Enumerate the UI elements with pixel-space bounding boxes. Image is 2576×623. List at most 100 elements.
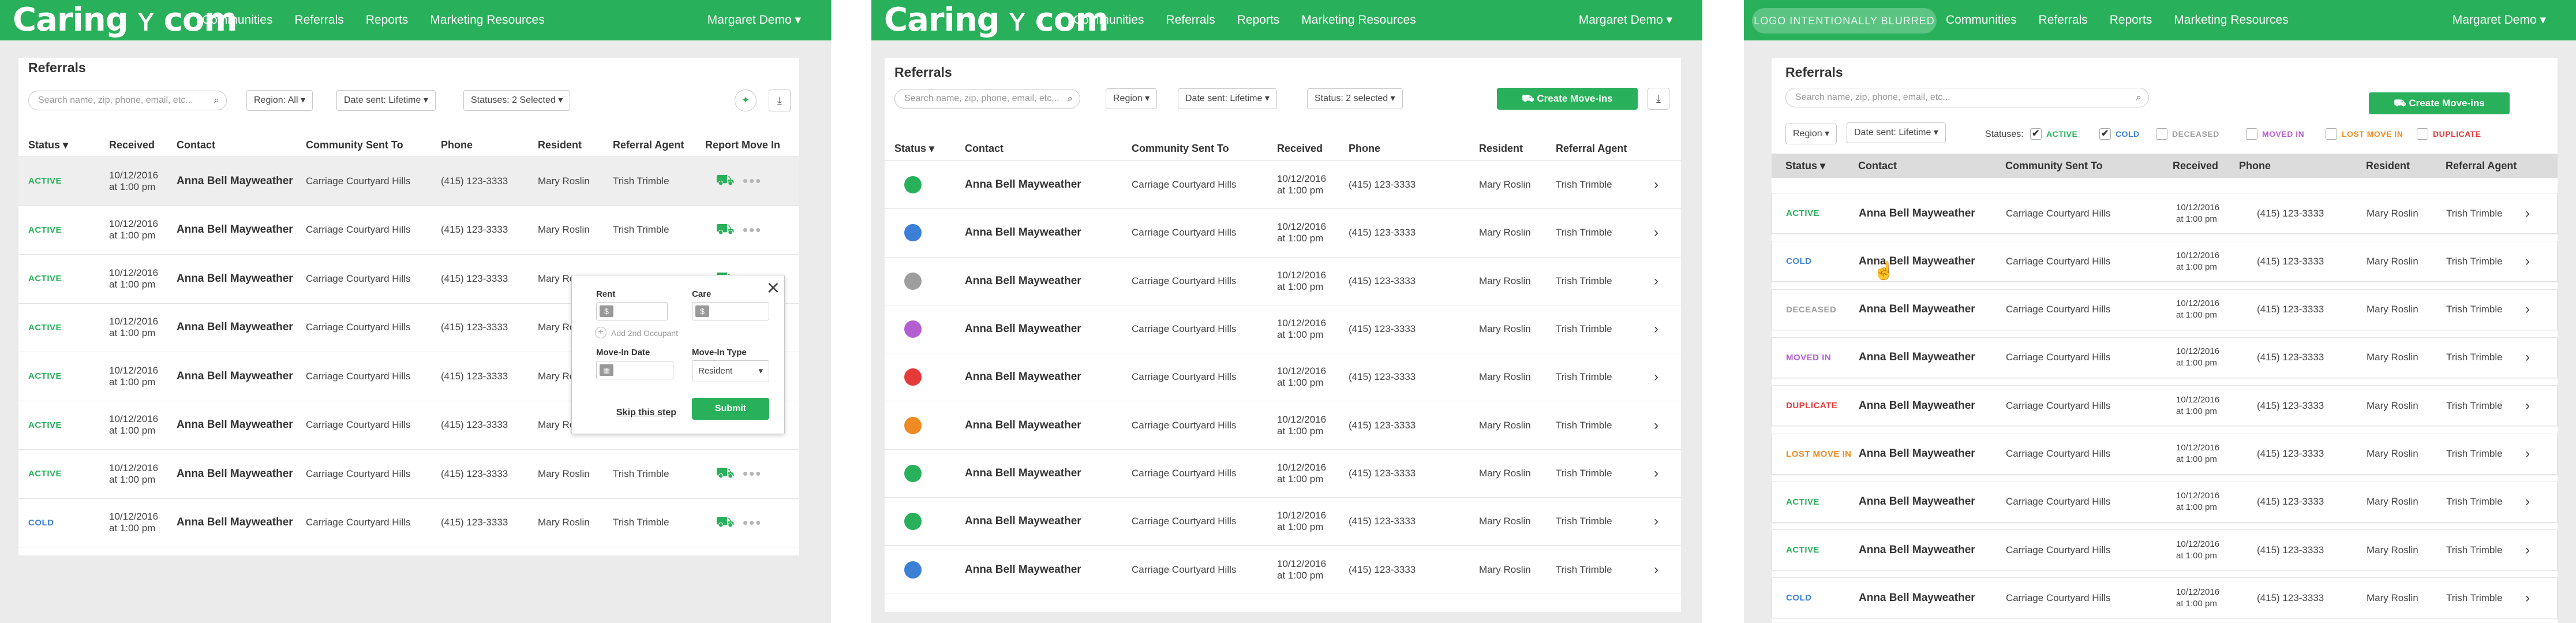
- col-community[interactable]: Community Sent To: [306, 133, 403, 157]
- chevron-right-icon[interactable]: ›: [1654, 209, 1658, 256]
- status-filter-cold[interactable]: ✔ COLD: [2099, 128, 2140, 140]
- date-sent-dropdown[interactable]: Date sent: Lifetime ▾: [1178, 88, 1277, 109]
- chevron-right-icon[interactable]: ›: [2525, 338, 2530, 378]
- nav-marketing-resources[interactable]: Marketing Resources: [430, 13, 544, 27]
- table-row[interactable]: DUPLICATE Anna Bell Mayweather Carriage Co…: [1772, 385, 2558, 427]
- col-received[interactable]: Received: [1277, 136, 1323, 161]
- contact-name[interactable]: Anna Bell Mayweather: [965, 258, 1081, 305]
- contact-name[interactable]: Anna Bell Mayweather: [965, 305, 1081, 353]
- contact-name[interactable]: Anna Bell Mayweather: [965, 161, 1081, 208]
- truck-icon[interactable]: ⛟: [716, 206, 735, 255]
- chevron-right-icon[interactable]: ›: [2525, 290, 2530, 330]
- chevron-right-icon[interactable]: ›: [1654, 258, 1658, 305]
- table-row[interactable]: DECEASED Anna Bell Mayweather Carriage Cou…: [1772, 289, 2558, 330]
- rent-input[interactable]: $: [596, 302, 668, 320]
- region-dropdown[interactable]: Region ▾: [1106, 88, 1158, 109]
- status-filter-active[interactable]: ✔ ACTIVE: [2030, 128, 2077, 140]
- more-options-icon[interactable]: •••: [743, 157, 762, 206]
- user-menu[interactable]: Margaret Demo ▾: [2453, 0, 2546, 40]
- chevron-right-icon[interactable]: ›: [2525, 530, 2530, 570]
- col-community[interactable]: Community Sent To: [2005, 154, 2103, 178]
- statuses-dropdown[interactable]: Statuses: 2 Selected ▾: [463, 90, 571, 111]
- chevron-right-icon[interactable]: ›: [1654, 450, 1658, 497]
- region-dropdown[interactable]: Region: All ▾: [246, 90, 313, 111]
- table-row[interactable]: MOVED IN Anna Bell Mayweather Carriage Cou…: [1772, 337, 2558, 378]
- user-menu[interactable]: Margaret Demo ▾: [707, 0, 801, 40]
- col-status[interactable]: Status ▾: [1785, 154, 1825, 178]
- contact-name[interactable]: Anna Bell Mayweather: [177, 255, 293, 303]
- chevron-right-icon[interactable]: ›: [1654, 498, 1658, 545]
- truck-icon[interactable]: ⛟: [716, 157, 735, 206]
- more-options-icon[interactable]: •••: [743, 499, 762, 547]
- col-referral-agent[interactable]: Referral Agent: [2446, 154, 2517, 178]
- region-dropdown[interactable]: Region ▾: [1785, 124, 1837, 144]
- download-icon[interactable]: ⤓: [1648, 88, 1669, 110]
- more-options-icon[interactable]: •••: [743, 450, 762, 498]
- checkbox-checked-icon[interactable]: ✔: [2030, 128, 2042, 140]
- table-row[interactable]: Anna Bell Mayweather Carriage Courtyard H…: [885, 401, 1681, 450]
- table-row[interactable]: Anna Bell Mayweather Carriage Courtyard H…: [885, 257, 1681, 305]
- contact-name[interactable]: Anna Bell Mayweather: [1859, 193, 1975, 233]
- submit-button[interactable]: Submit: [692, 398, 769, 420]
- contact-name[interactable]: Anna Bell Mayweather: [965, 402, 1081, 449]
- chevron-right-icon[interactable]: ›: [1654, 546, 1658, 593]
- chevron-right-icon[interactable]: ›: [2525, 193, 2530, 233]
- nav-reports[interactable]: Reports: [366, 13, 409, 27]
- user-menu[interactable]: Margaret Demo ▾: [1579, 0, 1672, 40]
- contact-name[interactable]: Anna Bell Mayweather: [965, 450, 1081, 497]
- contact-name[interactable]: Anna Bell Mayweather: [965, 353, 1081, 401]
- contact-name[interactable]: Anna Bell Mayweather: [177, 206, 293, 255]
- contact-name[interactable]: Anna Bell Mayweather: [177, 450, 293, 498]
- contact-name[interactable]: Anna Bell Mayweather: [177, 304, 293, 352]
- contact-name[interactable]: Anna Bell Mayweather: [1859, 290, 1975, 330]
- status-filter-lost-move-in[interactable]: LOST MOVE IN: [2326, 128, 2403, 140]
- table-row[interactable]: COLD 10/12/2016 at 1:00 pm Anna Bell Maywea…: [18, 498, 799, 547]
- contact-name[interactable]: Anna Bell Mayweather: [1859, 434, 1975, 474]
- nav-communities[interactable]: Communities: [1946, 13, 2017, 27]
- chevron-right-icon[interactable]: ›: [2525, 482, 2530, 522]
- nav-reports[interactable]: Reports: [2110, 13, 2152, 27]
- status-dropdown[interactable]: Status: 2 selected ▾: [1307, 88, 1403, 109]
- contact-name[interactable]: Anna Bell Mayweather: [177, 352, 293, 401]
- contact-name[interactable]: Anna Bell Mayweather: [965, 209, 1081, 256]
- contact-name[interactable]: Anna Bell Mayweather: [177, 157, 293, 206]
- contact-name[interactable]: Anna Bell Mayweather: [1859, 386, 1975, 426]
- col-status[interactable]: Status ▾: [894, 136, 934, 161]
- download-icon[interactable]: ⤓: [769, 89, 791, 111]
- col-resident[interactable]: Resident: [1479, 136, 1523, 161]
- contact-name[interactable]: Anna Bell Mayweather: [177, 401, 293, 450]
- chevron-right-icon[interactable]: ›: [2525, 578, 2530, 618]
- status-filter-deceased[interactable]: DECEASED: [2156, 128, 2219, 140]
- table-row[interactable]: Anna Bell Mayweather Carriage Courtyard H…: [885, 498, 1681, 546]
- col-community[interactable]: Community Sent To: [1132, 136, 1229, 161]
- table-row[interactable]: ACTIVE Anna Bell Mayweather Carriage Court…: [1772, 529, 2558, 571]
- more-options-icon[interactable]: •••: [743, 206, 762, 255]
- col-referral-agent[interactable]: Referral Agent: [1556, 136, 1627, 161]
- nav-communities[interactable]: Communities: [1073, 13, 1144, 27]
- table-row[interactable]: ACTIVE 10/12/2016 at 1:00 pm Anna Bell Mayw…: [18, 206, 799, 255]
- care-input[interactable]: $: [692, 302, 769, 320]
- col-contact[interactable]: Contact: [965, 136, 1004, 161]
- nav-marketing-resources[interactable]: Marketing Resources: [2174, 13, 2288, 27]
- search-input[interactable]: Search name, zip, phone, email, etc... ⌕: [1785, 88, 2149, 107]
- nav-referrals[interactable]: Referrals: [2039, 13, 2088, 27]
- contact-name[interactable]: Anna Bell Mayweather: [965, 498, 1081, 545]
- contact-name[interactable]: Anna Bell Mayweather: [1859, 530, 1975, 570]
- move-in-type-select[interactable]: Resident ▾: [692, 360, 769, 382]
- table-row[interactable]: Anna Bell Mayweather Carriage Courtyard H…: [885, 449, 1681, 498]
- contact-name[interactable]: Anna Bell Mayweather: [1859, 578, 1975, 618]
- col-received[interactable]: Received: [109, 133, 155, 157]
- truck-icon[interactable]: ⛟: [716, 499, 735, 547]
- col-phone[interactable]: Phone: [441, 133, 473, 157]
- col-received[interactable]: Received: [2173, 154, 2218, 178]
- table-row[interactable]: Anna Bell Mayweather Carriage Courtyard H…: [885, 161, 1681, 210]
- move-in-date-input[interactable]: ▦: [596, 361, 673, 379]
- close-icon[interactable]: ×: [767, 277, 780, 300]
- col-contact[interactable]: Contact: [177, 133, 215, 157]
- date-sent-dropdown[interactable]: Date sent: Lifetime ▾: [1847, 122, 1946, 143]
- lightbulb-icon[interactable]: ✦: [735, 89, 757, 111]
- contact-name[interactable]: Anna Bell Mayweather: [177, 499, 293, 547]
- nav-reports[interactable]: Reports: [1237, 13, 1280, 27]
- table-row[interactable]: ACTIVE Anna Bell Mayweather Carriage Court…: [1772, 481, 2558, 523]
- checkbox-unchecked-icon[interactable]: [2326, 128, 2337, 140]
